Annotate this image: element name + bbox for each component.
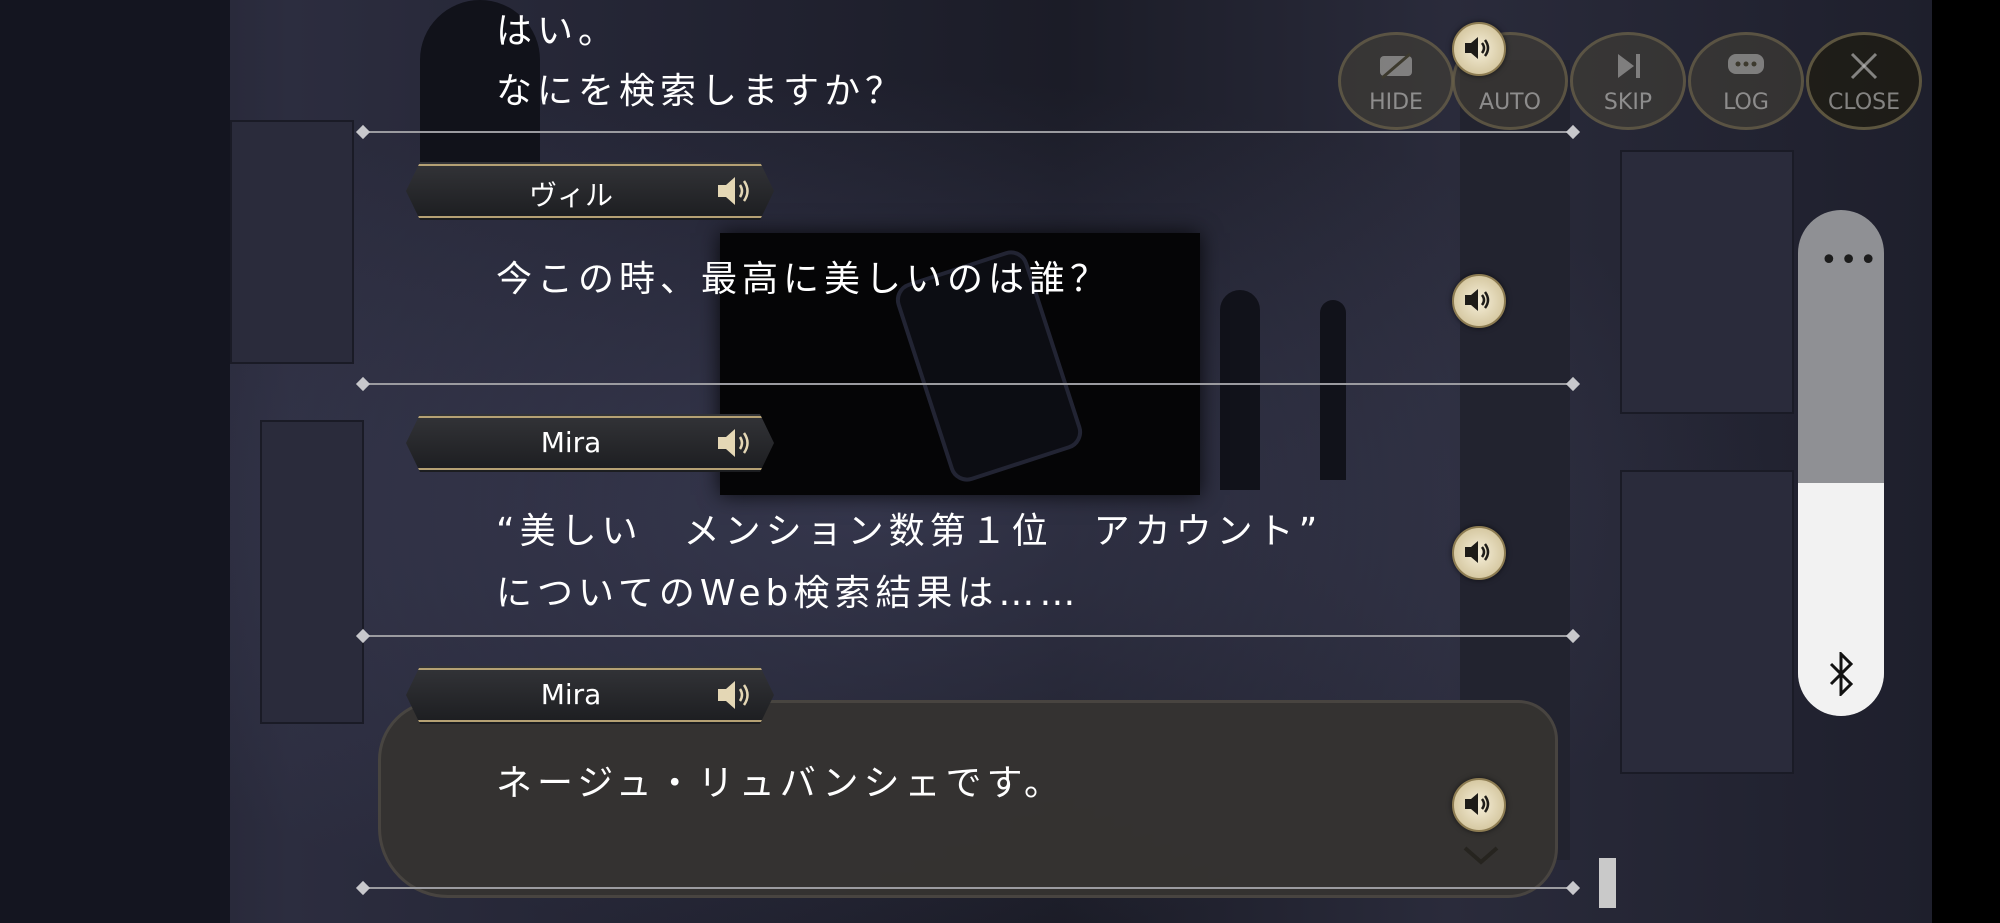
log-divider: [362, 383, 1574, 385]
log-scrollbar[interactable]: [1599, 858, 1616, 908]
speaker-icon: [718, 429, 749, 457]
left-pillar: [0, 0, 230, 923]
log-line: ネージュ・リュバンシェです。: [496, 763, 1065, 804]
volume-slider-panel[interactable]: •••: [1798, 210, 1884, 716]
log-line: “美しい メンション数第１位 アカウント”: [496, 511, 1323, 552]
archway: [1220, 290, 1260, 490]
archway: [1320, 300, 1346, 480]
stone-block: [1620, 150, 1794, 414]
speaker-icon: [1465, 793, 1490, 815]
hide-button[interactable]: HIDE: [1338, 32, 1454, 130]
stone-block: [230, 120, 354, 364]
close-button[interactable]: CLOSE: [1806, 32, 1922, 130]
speaker-nameplate: ヴィル: [406, 162, 774, 220]
more-dots-icon[interactable]: •••: [1820, 246, 1879, 276]
speaker-icon: [718, 177, 749, 205]
log-divider: [362, 635, 1574, 637]
log-button[interactable]: LOG: [1688, 32, 1804, 130]
log-divider: [362, 887, 1574, 889]
bluetooth-icon: [1829, 652, 1854, 696]
voice-replay-button[interactable]: [1452, 526, 1506, 580]
log-line: についてのWeb検索結果は……: [496, 573, 1081, 614]
log-line: なにを検索しますか？: [496, 71, 907, 112]
speaker-icon: [1465, 541, 1490, 563]
speaker-name: Mira: [540, 426, 602, 459]
speaker-nameplate: Mira: [406, 666, 774, 724]
voice-replay-button[interactable]: [1452, 22, 1506, 76]
speaker-icon: [718, 681, 749, 709]
close-icon: [1850, 52, 1878, 80]
stone-block: [1620, 470, 1794, 774]
voice-replay-button[interactable]: [1452, 778, 1506, 832]
speaker-icon: [1465, 37, 1490, 59]
speaker-icon: [1465, 289, 1490, 311]
voice-replay-button[interactable]: [1452, 274, 1506, 328]
speaker-name: ヴィル: [528, 179, 613, 212]
log-divider: [362, 131, 1574, 133]
skip-icon: [1618, 54, 1640, 78]
log-line: 今この時、最高に美しいのは誰？: [496, 259, 1112, 300]
chevron-down-icon: [1463, 846, 1499, 865]
skip-button[interactable]: SKIP: [1570, 32, 1686, 130]
stone-block: [260, 420, 364, 724]
speaker-name: Mira: [540, 678, 602, 711]
speaker-nameplate: Mira: [406, 414, 774, 472]
log-line: はい。: [496, 11, 620, 52]
hide-icon: [1380, 52, 1412, 80]
log-icon: [1728, 54, 1764, 74]
